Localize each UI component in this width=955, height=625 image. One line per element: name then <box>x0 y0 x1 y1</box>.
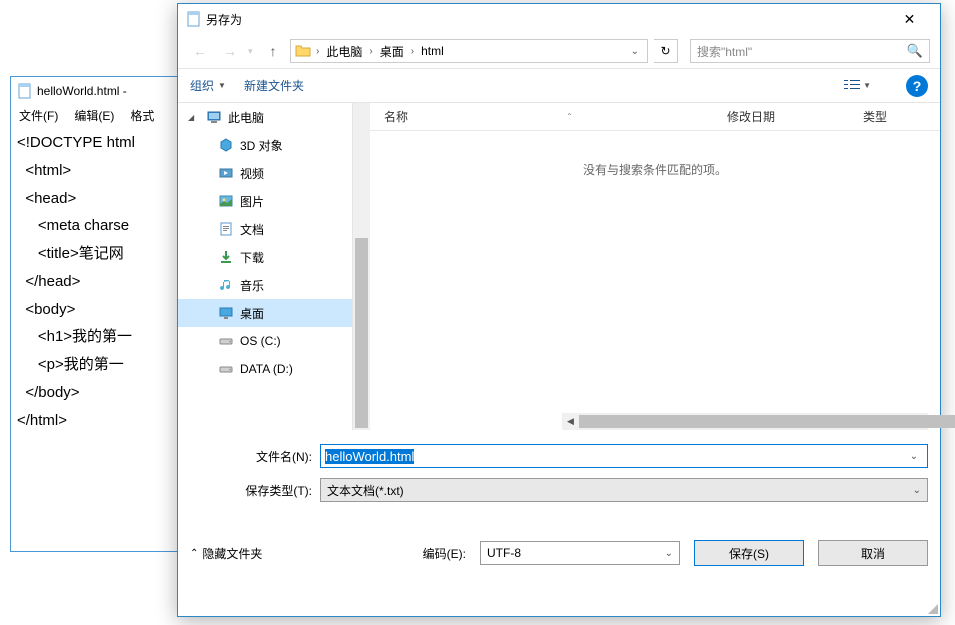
nav-item-label: 图片 <box>240 193 264 210</box>
nav-item-label: 视频 <box>240 165 264 182</box>
notepad-icon <box>17 83 33 99</box>
nav-item-label: DATA (D:) <box>240 362 293 376</box>
chevron-right-icon[interactable]: › <box>368 46 373 57</box>
chevron-down-icon: ⌄ <box>665 548 673 559</box>
scrollbar-thumb[interactable] <box>355 238 368 428</box>
main-area: ◢ 此电脑 3D 对象视频图片文档下载音乐桌面OS (C:)DATA (D:) … <box>178 102 940 430</box>
encoding-select[interactable]: UTF-8 ⌄ <box>480 541 680 565</box>
menu-format[interactable]: 格式 <box>126 105 158 126</box>
nav-item-pic[interactable]: 图片 <box>178 187 352 215</box>
nav-scrollbar[interactable] <box>353 103 370 430</box>
dialog-icon <box>186 11 202 27</box>
nav-back-button[interactable]: ← <box>188 39 212 63</box>
nav-item-doc[interactable]: 文档 <box>178 215 352 243</box>
nav-up-button[interactable]: ↑ <box>262 40 284 62</box>
scrollbar-thumb[interactable] <box>579 415 955 428</box>
column-name[interactable]: 名称 ⌃ <box>384 108 727 125</box>
nav-item-label: 3D 对象 <box>240 137 283 154</box>
nav-item-video[interactable]: 视频 <box>178 159 352 187</box>
nav-item-drive[interactable]: OS (C:) <box>178 327 352 355</box>
nav-recent-dropdown[interactable]: ▾ <box>248 46 256 57</box>
chevron-down-icon: ▼ <box>863 81 871 90</box>
filename-value: helloWorld.html <box>325 449 414 464</box>
search-placeholder: 搜索"html" <box>697 43 907 60</box>
filename-label: 文件名(N): <box>190 448 320 465</box>
nav-item-dl[interactable]: 下载 <box>178 243 352 271</box>
address-row: ← → ▾ ↑ › 此电脑 › 桌面 › html ⌄ ↻ 搜索"html" 🔍 <box>178 34 940 68</box>
breadcrumb-desktop[interactable]: 桌面 <box>376 41 408 62</box>
pc-icon <box>206 109 222 125</box>
save-button[interactable]: 保存(S) <box>694 540 804 566</box>
filename-input[interactable]: helloWorld.html ⌄ <box>320 444 928 468</box>
refresh-button[interactable]: ↻ <box>654 39 678 63</box>
new-folder-button[interactable]: 新建文件夹 <box>244 77 304 94</box>
breadcrumb-pc[interactable]: 此电脑 <box>322 41 366 62</box>
menu-file[interactable]: 文件(F) <box>15 105 62 126</box>
chevron-down-icon: ⌄ <box>913 485 921 496</box>
drive-icon <box>218 361 234 377</box>
column-type[interactable]: 类型 <box>863 108 887 125</box>
empty-message: 没有与搜索条件匹配的项。 <box>370 131 940 208</box>
dialog-title-text: 另存为 <box>206 11 242 28</box>
expand-icon[interactable]: ◢ <box>188 113 196 122</box>
chevron-right-icon[interactable]: › <box>410 46 415 57</box>
resize-grip[interactable] <box>926 602 938 614</box>
file-list-pane[interactable]: 名称 ⌃ 修改日期 类型 没有与搜索条件匹配的项。 ◀ ▶ <box>370 103 940 430</box>
desktop-icon <box>218 305 234 321</box>
filetype-label: 保存类型(T): <box>190 482 320 499</box>
help-button[interactable]: ? <box>906 75 928 97</box>
breadcrumb-folder[interactable]: html <box>417 42 448 60</box>
chevron-down-icon: ▼ <box>218 81 226 90</box>
breadcrumb-dropdown[interactable]: ⌄ <box>627 46 643 57</box>
navigation-pane[interactable]: ◢ 此电脑 3D 对象视频图片文档下载音乐桌面 OS (C:) DATA (D:) <box>178 103 353 430</box>
folder-icon <box>295 43 311 59</box>
save-as-dialog: 另存为 ✕ ← → ▾ ↑ › 此电脑 › 桌面 › html ⌄ ↻ 搜索"h… <box>177 3 941 617</box>
sort-icon: ⌃ <box>566 112 573 121</box>
close-button[interactable]: ✕ <box>887 5 932 33</box>
nav-item-label: 文档 <box>240 221 264 238</box>
nav-item-label: 音乐 <box>240 277 264 294</box>
chevron-up-icon: ⌃ <box>190 548 198 559</box>
nav-label: 此电脑 <box>228 109 264 126</box>
notepad-title: helloWorld.html - <box>37 84 127 98</box>
dialog-titlebar: 另存为 ✕ <box>178 4 940 34</box>
nav-item-3d[interactable]: 3D 对象 <box>178 131 352 159</box>
filetype-value: 文本文档(*.txt) <box>327 482 404 499</box>
dl-icon <box>218 249 234 265</box>
column-date[interactable]: 修改日期 <box>727 108 863 125</box>
horizontal-scrollbar[interactable]: ◀ ▶ <box>562 413 928 430</box>
chevron-right-icon[interactable]: › <box>315 46 320 57</box>
nav-item-desktop[interactable]: 桌面 <box>178 299 352 327</box>
drive-icon <box>218 333 234 349</box>
search-input[interactable]: 搜索"html" 🔍 <box>690 39 930 63</box>
music-icon <box>218 277 234 293</box>
nav-item-drive[interactable]: DATA (D:) <box>178 355 352 383</box>
encoding-value: UTF-8 <box>487 546 521 560</box>
pic-icon <box>218 193 234 209</box>
doc-icon <box>218 221 234 237</box>
view-button[interactable]: ▼ <box>837 76 878 96</box>
nav-item-label: OS (C:) <box>240 334 281 348</box>
search-icon[interactable]: 🔍 <box>907 43 923 59</box>
nav-item-music[interactable]: 音乐 <box>178 271 352 299</box>
hide-folders-toggle[interactable]: ⌃ 隐藏文件夹 <box>190 545 262 562</box>
3d-icon <box>218 137 234 153</box>
nav-item-label: 下载 <box>240 249 264 266</box>
organize-button[interactable]: 组织 ▼ <box>190 77 226 94</box>
menu-edit[interactable]: 编辑(E) <box>70 105 118 126</box>
fields-area: 文件名(N): helloWorld.html ⌄ 保存类型(T): 文本文档(… <box>178 430 940 518</box>
file-list-header: 名称 ⌃ 修改日期 类型 <box>370 103 940 131</box>
encoding-label: 编码(E): <box>423 545 466 562</box>
video-icon <box>218 165 234 181</box>
scroll-left-button[interactable]: ◀ <box>562 413 579 430</box>
bottom-bar: ⌃ 隐藏文件夹 编码(E): UTF-8 ⌄ 保存(S) 取消 <box>178 518 940 578</box>
toolbar: 组织 ▼ 新建文件夹 ▼ ? <box>178 68 940 102</box>
breadcrumb-bar[interactable]: › 此电脑 › 桌面 › html ⌄ <box>290 39 648 63</box>
nav-item-label: 桌面 <box>240 305 264 322</box>
nav-this-pc[interactable]: ◢ 此电脑 <box>178 103 352 131</box>
filename-dropdown[interactable]: ⌄ <box>905 451 923 462</box>
cancel-button[interactable]: 取消 <box>818 540 928 566</box>
nav-forward-button[interactable]: → <box>218 39 242 63</box>
filetype-select[interactable]: 文本文档(*.txt) ⌄ <box>320 478 928 502</box>
